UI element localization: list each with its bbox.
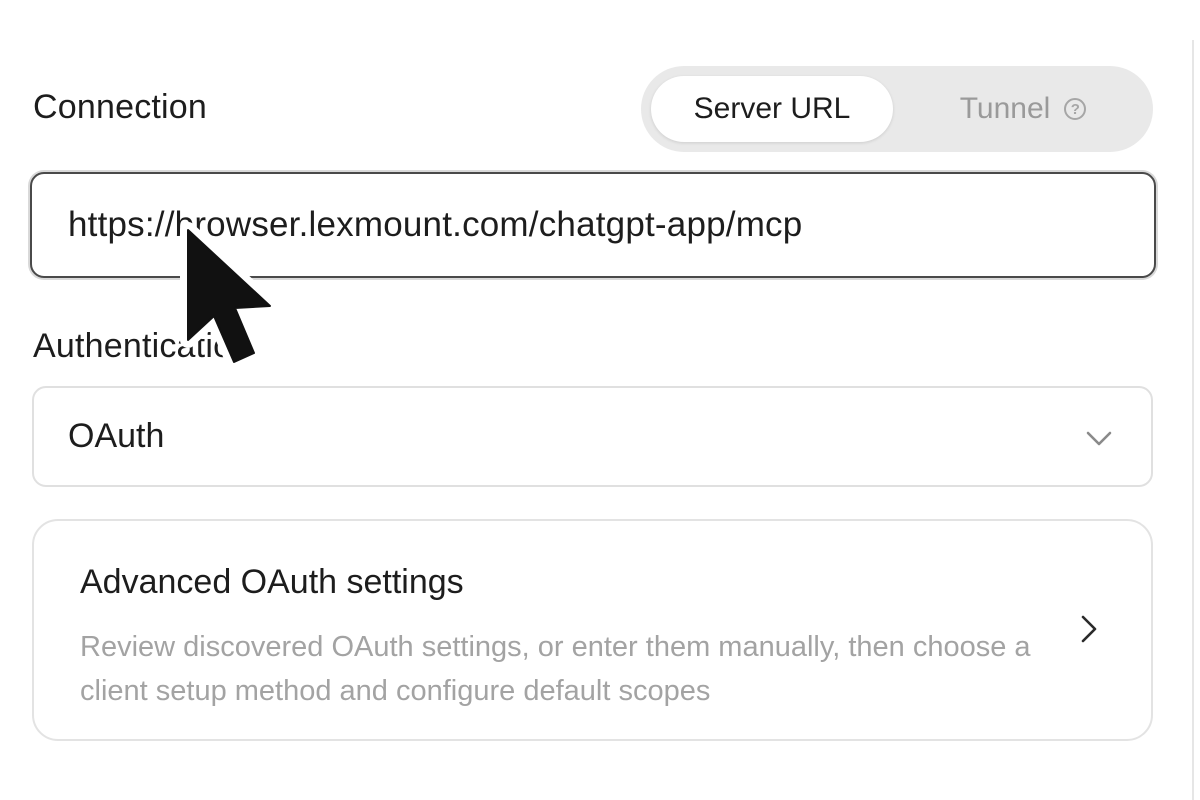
advanced-oauth-description: Review discovered OAuth settings, or ent… <box>80 631 1031 707</box>
advanced-oauth-settings-card[interactable]: Advanced OAuth settings Review discovere… <box>32 519 1153 741</box>
connection-mode-toggle: Server URL Tunnel ? <box>641 66 1153 152</box>
server-url-input[interactable]: https://browser.lexmount.com/chatgpt-app… <box>30 172 1156 278</box>
server-url-value: https://browser.lexmount.com/chatgpt-app… <box>68 205 803 244</box>
tunnel-tab[interactable]: Tunnel ? <box>903 76 1143 142</box>
server-url-tab[interactable]: Server URL <box>651 76 893 142</box>
authentication-selected-value: OAuth <box>68 417 165 455</box>
panel-divider <box>1192 40 1194 800</box>
connection-heading: Connection <box>33 88 208 126</box>
connection-settings-panel: Connection Server URL Tunnel ? https://b… <box>0 0 1200 800</box>
chevron-right-icon <box>1081 615 1097 643</box>
chevron-down-icon <box>1086 431 1112 446</box>
question-circle-icon[interactable]: ? <box>1064 98 1087 120</box>
authentication-heading: Authentication <box>33 327 252 365</box>
advanced-oauth-title: Advanced OAuth settings <box>80 563 464 601</box>
server-url-tab-label: Server URL <box>693 92 851 125</box>
tunnel-tab-label: Tunnel <box>959 92 1051 125</box>
authentication-select[interactable]: OAuth <box>32 386 1153 487</box>
